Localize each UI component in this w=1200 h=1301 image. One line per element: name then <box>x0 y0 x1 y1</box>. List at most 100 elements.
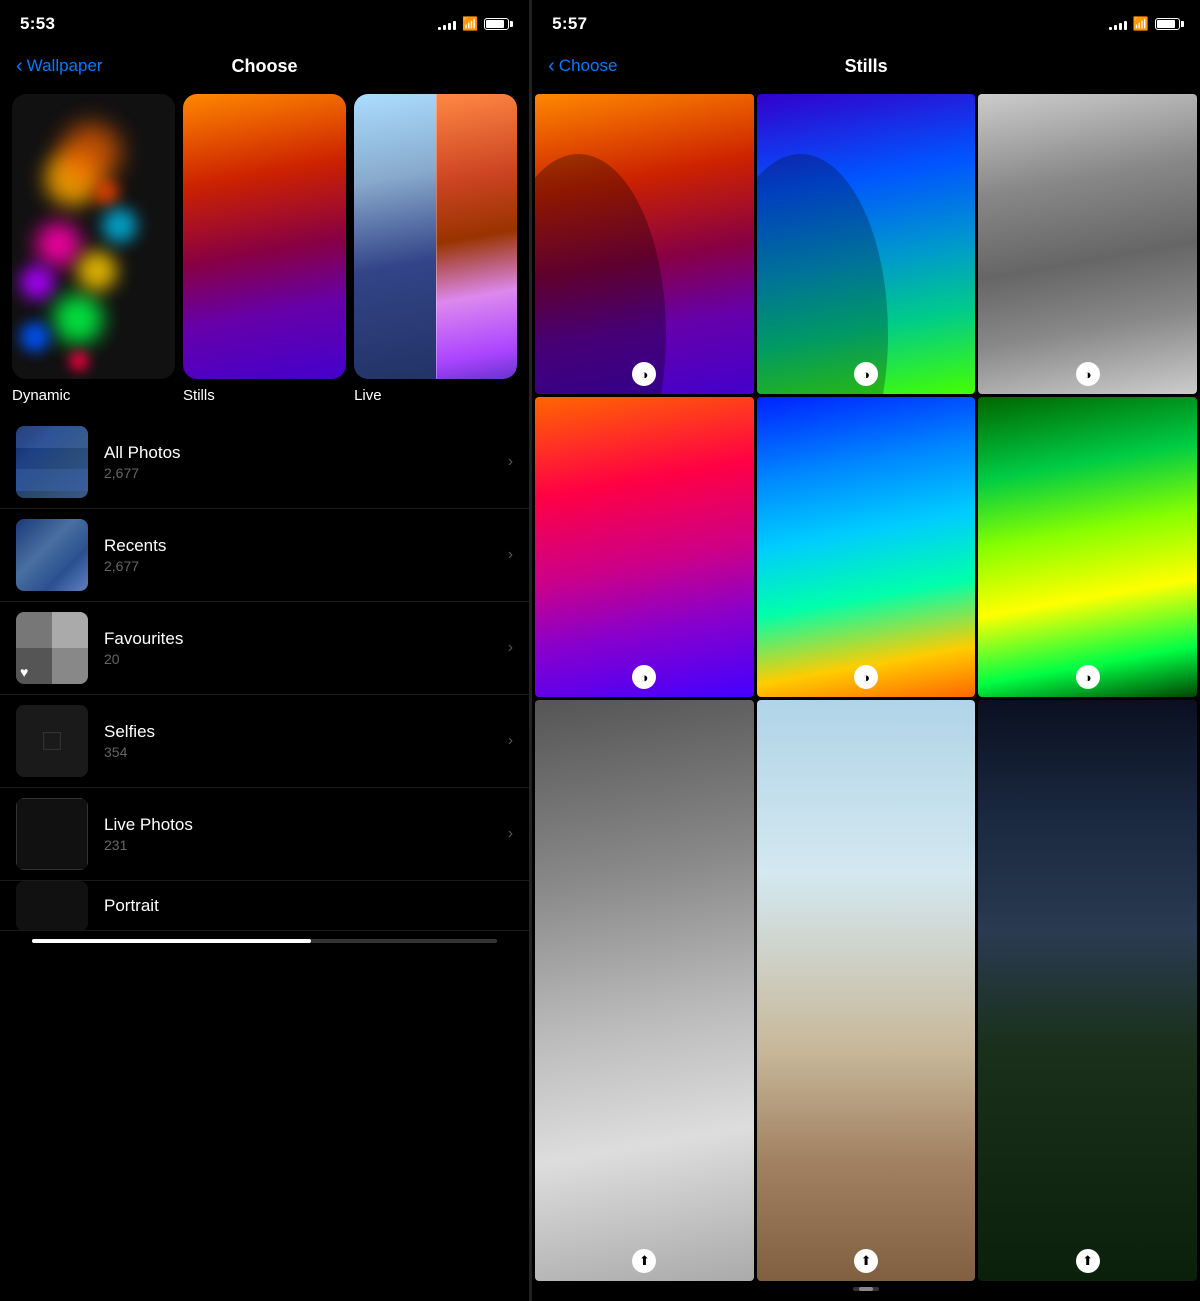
stills-cell-r2c3[interactable]: ◑ <box>978 397 1197 697</box>
dynamic-thumbnail[interactable] <box>12 94 175 379</box>
stills-wp-r1c1 <box>535 94 754 394</box>
list-item-selfies[interactable]: □ Selfies 354 › <box>0 695 529 788</box>
dynamic-category[interactable]: Dynamic <box>12 94 175 404</box>
stills-label: Stills <box>183 387 346 404</box>
live-photos-title: Live Photos <box>104 815 508 835</box>
back-button-left[interactable]: ‹ Wallpaper <box>16 56 103 76</box>
stills-wp-r3c2 <box>757 700 976 1281</box>
day-night-icon-r1c1: ◑ <box>632 362 656 386</box>
selfies-info: Selfies 354 <box>104 722 508 760</box>
recents-count: 2,677 <box>104 558 508 574</box>
favourites-count: 20 <box>104 651 508 667</box>
stills-wp-r2c1 <box>535 397 754 697</box>
back-button-right[interactable]: ‹ Choose <box>548 56 617 76</box>
all-photos-thumb <box>16 426 88 498</box>
stripe1 <box>16 426 88 448</box>
chevron-icon: › <box>508 546 513 564</box>
fav-cell2 <box>52 612 88 648</box>
nav-bar-right: ‹ Choose Stills <box>532 44 1200 94</box>
stills-cell-r3c2[interactable]: ⬆ <box>757 700 976 1281</box>
signal-bar-r4 <box>1124 21 1127 30</box>
signal-bar-3 <box>448 23 451 30</box>
stills-cell-r1c2[interactable]: ◑ <box>757 94 976 394</box>
stills-cell-r3c3[interactable]: ⬆ <box>978 700 1197 1281</box>
stills-wp-r2c3 <box>978 397 1197 697</box>
signal-bar-1 <box>438 27 441 30</box>
portrait-thumb <box>16 881 88 931</box>
chevron-icon: › <box>508 639 513 657</box>
status-time-left: 5:53 <box>20 14 55 34</box>
all-photos-title: All Photos <box>104 443 508 463</box>
day-night-icon-r1c3: ◑ <box>1076 362 1100 386</box>
right-scroll-indicator <box>853 1287 880 1291</box>
stills-wp-r1c2 <box>757 94 976 394</box>
heart-icon: ♥ <box>20 664 28 680</box>
stills-row-2: ◑ ◑ ◑ <box>532 397 1200 697</box>
scroll-thumb <box>32 939 311 943</box>
list-item-all-photos[interactable]: All Photos 2,677 › <box>0 416 529 509</box>
selfies-title: Selfies <box>104 722 508 742</box>
signal-icon-right <box>1109 18 1127 30</box>
page-title-left: Choose <box>232 56 298 77</box>
list-item-recents[interactable]: Recents 2,677 › <box>0 509 529 602</box>
right-panel: 5:57 📶 ‹ Choose Stills ◑ <box>531 0 1200 1301</box>
live-left-half <box>354 94 436 379</box>
fav-cell1 <box>16 612 52 648</box>
day-night-icon-r1c2: ◑ <box>854 362 878 386</box>
status-bar-left: 5:53 📶 <box>0 0 529 44</box>
stripe2 <box>16 448 88 470</box>
stills-row-1: ◑ ◑ ◑ <box>532 94 1200 394</box>
list-item-portrait[interactable]: Portrait <box>0 881 529 931</box>
battery-icon-right <box>1155 18 1180 30</box>
signal-bar-r3 <box>1119 23 1122 30</box>
list-item-live-photos[interactable]: Live Photos 231 › <box>0 788 529 881</box>
chevron-icon: › <box>508 825 513 843</box>
list-item-favourites[interactable]: ♥ Favourites 20 › <box>0 602 529 695</box>
signal-bar-r2 <box>1114 25 1117 30</box>
battery-icon <box>484 18 509 30</box>
stills-cell-r3c1[interactable]: ⬆ <box>535 700 754 1281</box>
selfies-thumb: □ <box>16 705 88 777</box>
battery-fill-right <box>1157 20 1175 28</box>
portrait-title: Portrait <box>104 896 513 916</box>
scroll-indicator <box>32 939 497 943</box>
stills-cell-r1c1[interactable]: ◑ <box>535 94 754 394</box>
stills-cell-r2c1[interactable]: ◑ <box>535 397 754 697</box>
stills-row-3: ⬆ ⬆ ⬆ <box>532 700 1200 1281</box>
right-scroll-container <box>532 1281 1200 1301</box>
selfie-placeholder-icon: □ <box>43 724 61 758</box>
scroll-indicator-container <box>0 931 529 951</box>
stills-thumbnail[interactable] <box>183 94 346 379</box>
all-photos-count: 2,677 <box>104 465 508 481</box>
wifi-icon-right: 📶 <box>1133 16 1149 32</box>
recents-info: Recents 2,677 <box>104 536 508 574</box>
stills-wp-r2c2 <box>757 397 976 697</box>
stills-wp-r1c3 <box>978 94 1197 394</box>
status-time-right: 5:57 <box>552 14 587 34</box>
live-divider <box>436 94 437 379</box>
stills-cell-r1c3[interactable]: ◑ <box>978 94 1197 394</box>
favourites-thumb: ♥ <box>16 612 88 684</box>
all-photos-info: All Photos 2,677 <box>104 443 508 481</box>
photo-albums-list: All Photos 2,677 › Recents 2,677 › <box>0 416 529 1301</box>
back-label-left: Wallpaper <box>27 56 103 76</box>
back-arrow-icon-right: ‹ <box>548 56 555 76</box>
stills-wp-r3c3 <box>978 700 1197 1281</box>
selfies-count: 354 <box>104 744 508 760</box>
live-photos-thumb <box>16 798 88 870</box>
day-night-icon-r3c3: ⬆ <box>1076 1249 1100 1273</box>
day-night-icon-r2c1: ◑ <box>632 665 656 689</box>
status-icons-right: 📶 <box>1109 16 1180 32</box>
signal-icon <box>438 18 456 30</box>
wifi-icon: 📶 <box>462 16 478 32</box>
stills-category[interactable]: Stills <box>183 94 346 404</box>
back-arrow-icon: ‹ <box>16 56 23 76</box>
signal-bar-r1 <box>1109 27 1112 30</box>
stills-cell-r2c2[interactable]: ◑ <box>757 397 976 697</box>
portrait-info: Portrait <box>104 896 513 916</box>
status-icons-left: 📶 <box>438 16 509 32</box>
live-photos-info: Live Photos 231 <box>104 815 508 853</box>
live-thumbnail[interactable] <box>354 94 517 379</box>
live-right-half <box>436 94 518 379</box>
live-category[interactable]: Live <box>354 94 517 404</box>
